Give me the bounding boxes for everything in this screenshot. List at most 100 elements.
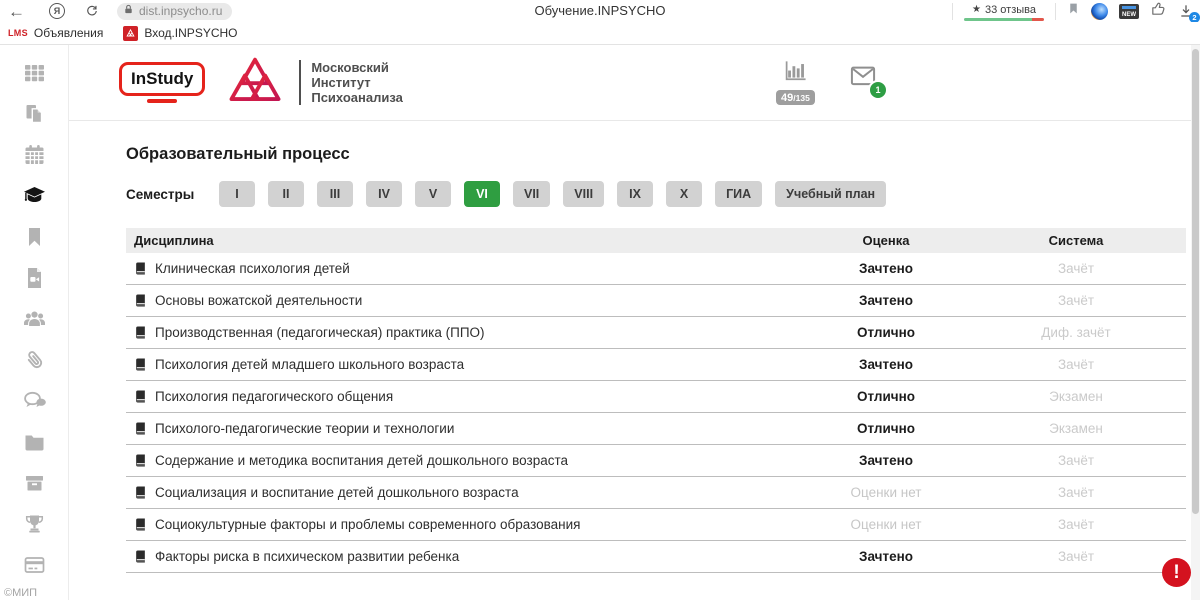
table-row[interactable]: Социокультурные факторы и проблемы совре…	[126, 509, 1186, 541]
semester-button-viii[interactable]: VIII	[563, 181, 604, 207]
table-row[interactable]: Содержание и методика воспитания детей д…	[126, 445, 1186, 477]
grade-value: Зачтено	[806, 285, 966, 317]
grade-value: Отлично	[806, 317, 966, 349]
bookmarks-bar: LMS Объявления Вход.INPSYCHO	[0, 22, 1200, 45]
url-text: dist.inpsycho.ru	[139, 4, 222, 18]
semester-button-vii[interactable]: VII	[513, 181, 550, 207]
table-row[interactable]: Основы вожатской деятельностиЗачтеноЗачё…	[126, 285, 1186, 317]
browser-toolbar: ← Я dist.inpsycho.ru Обучение.INPSYCHO ★	[0, 0, 1200, 22]
scrollbar-thumb[interactable]	[1192, 49, 1199, 514]
semester-button-учебный-план[interactable]: Учебный план	[775, 181, 886, 207]
copyright: ©МИП	[4, 587, 37, 599]
table-row[interactable]: Социализация и воспитание детей дошкольн…	[126, 477, 1186, 509]
discipline-name: Производственная (педагогическая) практи…	[155, 325, 485, 340]
rating-bar	[964, 18, 1044, 21]
alert-notification[interactable]: !	[1162, 558, 1191, 587]
grade-value: Зачтено	[806, 541, 966, 573]
sidebar-item-documents[interactable]	[20, 102, 48, 126]
lms-logo-icon: LMS	[8, 28, 28, 38]
semester-button-iv[interactable]: IV	[366, 181, 402, 207]
sidebar-item-graduation-cap[interactable]	[20, 184, 48, 208]
semesters-row: Семестры IIIIIIIVVVIVIIVIIIIXXГИАУчебный…	[126, 181, 1186, 207]
grade-value: Оценки нет	[806, 509, 966, 541]
semester-button-v[interactable]: V	[415, 181, 451, 207]
bookmark-flag-icon[interactable]	[1067, 1, 1080, 21]
discipline-name: Факторы риска в психическом развитии реб…	[155, 549, 459, 564]
site-reviews[interactable]: ★ 33 отзыва	[964, 4, 1044, 21]
sidebar-item-paperclip[interactable]	[20, 348, 48, 372]
reviews-label: 33 отзыва	[985, 4, 1036, 16]
sidebar-item-users[interactable]	[20, 307, 48, 331]
sidebar-item-folder[interactable]	[20, 430, 48, 454]
system-value: Зачёт	[966, 477, 1186, 509]
instudy-logo[interactable]: InStudy	[119, 62, 205, 103]
downloads-icon[interactable]: 2	[1178, 3, 1194, 19]
discipline-name: Психология детей младшего школьного возр…	[155, 357, 464, 372]
sidebar-item-trophy[interactable]	[20, 512, 48, 536]
sidebar-item-bookmark[interactable]	[20, 225, 48, 249]
semester-button-гиа[interactable]: ГИА	[715, 181, 762, 207]
table-row[interactable]: Факторы риска в психическом развитии реб…	[126, 541, 1186, 573]
discipline-name: Социализация и воспитание детей дошкольн…	[155, 485, 519, 500]
sidebar-item-payment-card[interactable]	[20, 553, 48, 577]
back-icon[interactable]: ←	[8, 3, 25, 20]
discipline-name: Содержание и методика воспитания детей д…	[155, 453, 568, 468]
bookmark-login[interactable]: Вход.INPSYCHO	[123, 26, 237, 41]
new-extension-icon[interactable]: NEW	[1119, 4, 1139, 19]
table-row[interactable]: Психология педагогического общения Отличн…	[126, 381, 1186, 413]
column-discipline: Дисциплина	[126, 228, 806, 253]
divider	[1055, 3, 1056, 20]
bookmark-label: Вход.INPSYCHO	[144, 26, 237, 40]
column-system: Система	[966, 228, 1186, 253]
grade-value: Зачтено	[806, 445, 966, 477]
semester-button-ii[interactable]: II	[268, 181, 304, 207]
table-row[interactable]: Психолого-педагогические теории и технол…	[126, 413, 1186, 445]
mail-button[interactable]: 1	[846, 62, 880, 95]
grade-value: Отлично	[806, 381, 966, 413]
scrollbar-track[interactable]	[1191, 45, 1200, 600]
table-header-row: Дисциплина Оценка Система	[126, 228, 1186, 253]
table-row[interactable]: Производственная (педагогическая) практи…	[126, 317, 1186, 349]
yandex-icon[interactable]: Я	[49, 3, 65, 19]
system-value: Зачёт	[966, 509, 1186, 541]
book-icon	[134, 550, 147, 563]
book-icon	[134, 518, 147, 531]
browser-logo-icon[interactable]	[1091, 3, 1108, 20]
hand-icon[interactable]	[1150, 0, 1167, 22]
grade-value: Отлично	[806, 413, 966, 445]
instudy-logo-text: InStudy	[131, 69, 193, 88]
grade-value: Оценки нет	[806, 477, 966, 509]
sidebar-item-archive[interactable]	[20, 471, 48, 495]
table-row[interactable]: Клиническая психология детейЗачтеноЗачёт	[126, 253, 1186, 285]
semester-button-iii[interactable]: III	[317, 181, 353, 207]
mip-logo-icon[interactable]	[227, 55, 283, 110]
book-icon	[134, 390, 147, 403]
book-icon	[134, 262, 147, 275]
discipline-name: Психология педагогического общения	[155, 389, 393, 404]
book-icon	[134, 486, 147, 499]
refresh-icon[interactable]	[85, 4, 99, 18]
system-value: Зачёт	[966, 445, 1186, 477]
discipline-name: Психолого-педагогические теории и технол…	[155, 421, 454, 436]
mip-favicon-icon	[123, 26, 138, 41]
semester-button-x[interactable]: X	[666, 181, 702, 207]
bar-chart-icon	[782, 57, 809, 88]
address-bar[interactable]: dist.inpsycho.ru	[117, 3, 232, 20]
sidebar-item-calendar[interactable]	[20, 143, 48, 167]
divider	[952, 3, 953, 20]
system-value: Экзамен	[966, 381, 1186, 413]
bookmark-announcements[interactable]: LMS Объявления	[8, 26, 103, 40]
semester-button-i[interactable]: I	[219, 181, 255, 207]
table-row[interactable]: Психология детей младшего школьного возр…	[126, 349, 1186, 381]
semester-button-vi[interactable]: VI	[464, 181, 500, 207]
sidebar-item-apps-grid[interactable]	[20, 61, 48, 85]
discipline-name: Социокультурные факторы и проблемы совре…	[155, 517, 580, 532]
page-title: Образовательный процесс	[126, 145, 1186, 164]
sidebar-item-video-file[interactable]	[20, 266, 48, 290]
discipline-name: Основы вожатской деятельности	[155, 293, 362, 308]
progress-stats[interactable]: 49/135	[776, 57, 815, 105]
book-icon	[134, 326, 147, 339]
semester-button-ix[interactable]: IX	[617, 181, 653, 207]
sidebar-item-chat[interactable]	[20, 389, 48, 413]
star-icon: ★	[972, 5, 981, 15]
